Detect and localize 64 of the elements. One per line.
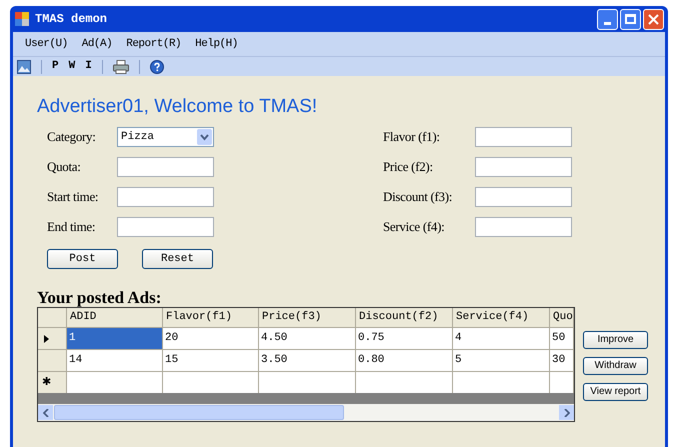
field-label: Category: — [47, 128, 97, 146]
table-cell: 0.75 — [356, 328, 453, 349]
printer-icon[interactable] — [112, 60, 129, 74]
table-cell: 50 — [550, 328, 574, 349]
table-cell: 4.50 — [259, 328, 356, 349]
field-label: Start time: — [47, 188, 100, 206]
form-button[interactable]: Post — [47, 249, 118, 269]
table-cell: 3.50 — [259, 350, 356, 371]
field-label: Flavor (f1): — [383, 128, 441, 146]
menu-item[interactable]: User(U) — [25, 36, 68, 52]
column-header[interactable]: Flavor(f1) — [163, 308, 259, 327]
scroll-right-button[interactable] — [559, 405, 574, 420]
column-header[interactable]: Discount(f2) — [356, 308, 453, 327]
menu-item[interactable]: Help(H) — [195, 36, 238, 52]
app-icon — [15, 12, 29, 26]
field-label: Discount (f3): — [383, 188, 454, 206]
form-button[interactable]: Reset — [142, 249, 213, 269]
minimize-button[interactable] — [597, 8, 618, 30]
input-field[interactable] — [475, 187, 572, 207]
field-label: End time: — [47, 218, 96, 236]
column-header[interactable]: Service(f4) — [453, 308, 550, 327]
input-field[interactable] — [117, 157, 214, 177]
window-title: TMAS demon — [35, 11, 108, 28]
table-cell: 1 — [67, 328, 163, 349]
input-field[interactable] — [475, 217, 572, 237]
maximize-button[interactable] — [620, 8, 641, 30]
close-icon — [648, 14, 659, 24]
column-header[interactable]: Quo — [550, 308, 574, 327]
row-header[interactable] — [38, 328, 67, 349]
field-label: Quota: — [47, 158, 82, 176]
category-dropdown[interactable]: Pizza — [117, 127, 214, 147]
toolbar-button[interactable]: W — [68, 58, 76, 75]
input-field[interactable] — [475, 157, 572, 177]
scroll-thumb[interactable] — [54, 405, 344, 420]
field-label: Price (f2): — [383, 158, 434, 176]
field-label: Service (f4): — [383, 218, 446, 236]
input-field[interactable] — [117, 217, 214, 237]
new-row-marker: ✱ — [42, 375, 51, 390]
image-icon[interactable] — [17, 60, 31, 74]
input-field[interactable] — [475, 127, 572, 147]
toolbar-button[interactable]: I — [85, 58, 92, 75]
scroll-left-button[interactable] — [38, 405, 53, 420]
action-button[interactable]: Withdraw — [583, 357, 648, 375]
table-cell: 30 — [550, 350, 574, 371]
help-icon[interactable] — [150, 60, 164, 74]
input-field[interactable] — [117, 187, 214, 207]
table-cell: 0.80 — [356, 350, 453, 371]
table-cell: 20 — [163, 328, 259, 349]
table-cell: 5 — [453, 350, 550, 371]
close-button[interactable] — [643, 8, 664, 30]
table-cell: 14 — [67, 350, 163, 371]
menu-item[interactable]: Ad(A) — [82, 36, 112, 52]
horizontal-scrollbar[interactable] — [38, 404, 574, 421]
toolbar-button[interactable]: P — [52, 58, 59, 75]
current-row-icon — [44, 334, 49, 342]
menu-item[interactable]: Report(R) — [126, 36, 182, 52]
action-button[interactable]: Improve — [583, 331, 648, 349]
table-cell: 4 — [453, 328, 550, 349]
column-header[interactable]: Price(f3) — [259, 308, 356, 327]
section-title: Your posted Ads: — [37, 289, 162, 307]
action-button[interactable]: View report — [583, 383, 648, 401]
table-cell: 15 — [163, 350, 259, 371]
column-header[interactable]: ADID — [67, 308, 163, 327]
welcome-heading: Advertiser01, Welcome to TMAS! — [37, 95, 318, 119]
